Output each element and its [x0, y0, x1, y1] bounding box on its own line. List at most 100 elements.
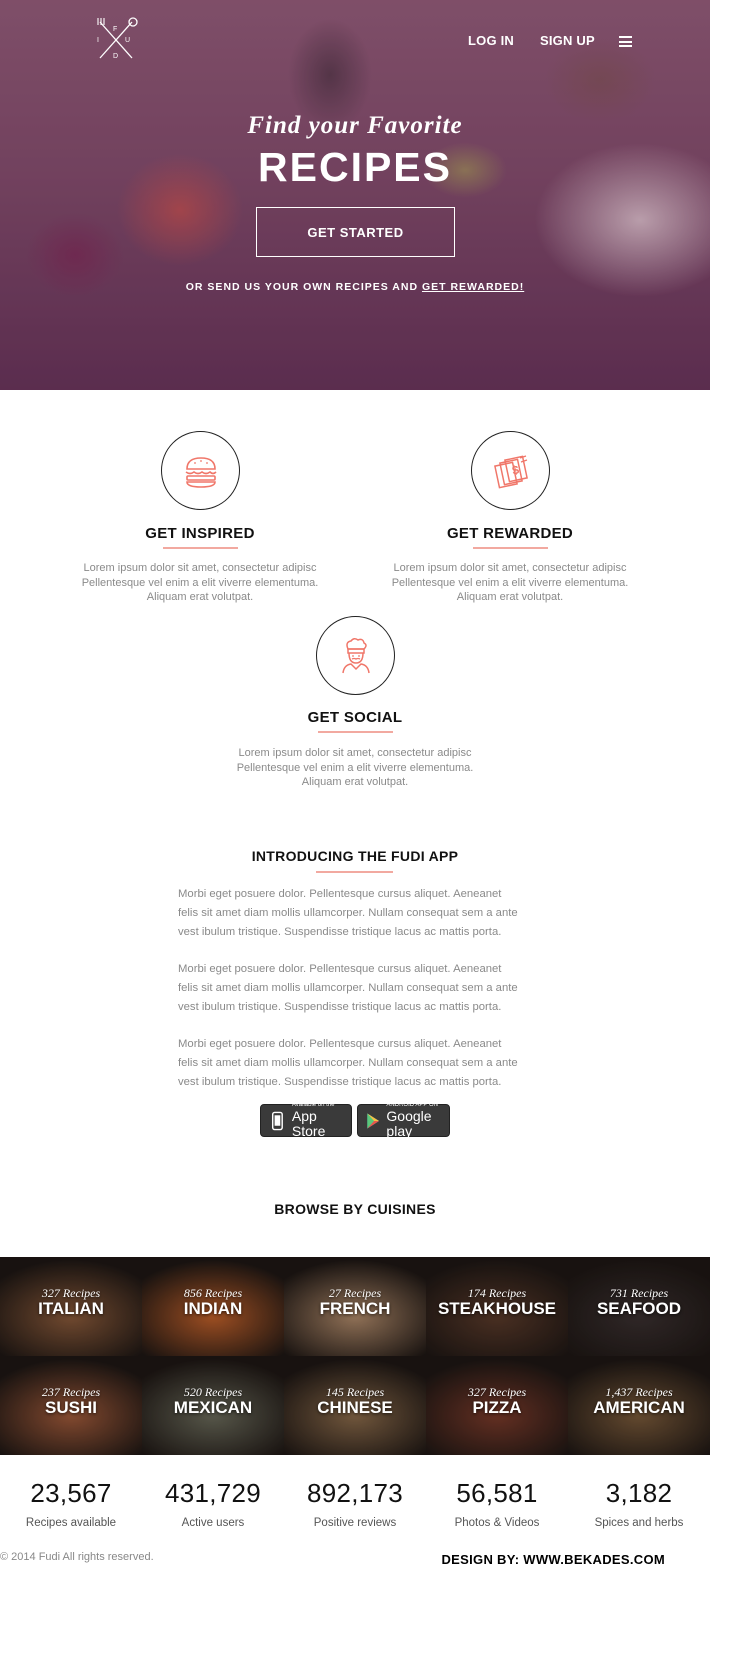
intro-paragraph: Morbi eget posuere dolor. Pellentesque c… [178, 885, 538, 941]
cuisine-name: INDIAN [183, 1299, 243, 1318]
cuisine-tile[interactable]: 27 Recipes FRENCH [284, 1257, 426, 1356]
feature-text: Lorem ipsum dolor sit amet, consectetur … [55, 561, 345, 605]
login-link[interactable]: LOG IN [468, 33, 514, 48]
cuisine-tile[interactable]: 174 Recipes STEAKHOUSE [426, 1257, 568, 1356]
feature-title: GET REWARDED [446, 525, 574, 542]
feature-text-line: Aliquam erat volutpat. [146, 591, 254, 603]
design-credit: DESIGN BY: WWW.BEKADES.COM [441, 1552, 665, 1567]
hero-kicker: Find your Favorite [247, 112, 463, 139]
feature-icon-circle: $ [471, 431, 550, 510]
stat-number: 23,567 [30, 1478, 112, 1508]
stat-label: Photos & Videos [454, 1517, 540, 1529]
design-site-link[interactable]: WWW.BEKADES.COM [523, 1552, 665, 1567]
stat-number: 431,729 [164, 1478, 262, 1508]
feature-divider [163, 547, 238, 549]
feature-get-rewarded: $ GET REWARDED Lorem ipsum dolor sit ame… [365, 430, 655, 610]
chef-icon [341, 637, 370, 673]
intro-paragraph: Morbi eget posuere dolor. Pellentesque c… [178, 960, 538, 1016]
cuisine-name: PIZZA [472, 1398, 522, 1417]
intro-line: felis sit amet diam mollis ullamcorper. … [178, 1056, 518, 1069]
design-by-label: DESIGN BY: [441, 1552, 524, 1567]
copyright: © 2014 Fudi All rights reserved. [0, 1551, 154, 1563]
hero-section: F U D I LOG IN SIGN UP Find your Favorit… [0, 0, 710, 390]
cuisine-tile[interactable]: 327 Recipes PIZZA [426, 1356, 568, 1455]
cuisine-tile[interactable]: 145 Recipes CHINESE [284, 1356, 426, 1455]
feature-text-line: Lorem ipsum dolor sit amet, consectetur … [238, 747, 472, 759]
cuisine-tile[interactable]: 327 Recipes ITALIAN [0, 1257, 142, 1356]
browse-title: BROWSE BY CUISINES [274, 1201, 436, 1217]
cuisine-name: STEAKHOUSE [437, 1299, 557, 1318]
stat-item: 56,581 Photos & Videos [426, 1478, 568, 1529]
intro-line: Morbi eget posuere dolor. Pellentesque c… [178, 1038, 502, 1050]
stat-number: 56,581 [456, 1478, 538, 1508]
google-play-big: Google play [386, 1108, 432, 1139]
hero-note: OR SEND US YOUR OWN RECIPES AND GET REWA… [0, 281, 710, 293]
cuisine-tile[interactable]: 1,437 Recipes AMERICAN [568, 1356, 710, 1455]
cuisine-tile[interactable]: 237 Recipes SUSHI [0, 1356, 142, 1455]
money-stack-icon: $ [493, 454, 528, 489]
feature-divider [318, 731, 393, 733]
cuisine-name: ITALIAN [38, 1299, 104, 1318]
page: F U D I LOG IN SIGN UP Find your Favorit… [0, 0, 710, 1668]
get-rewarded-link[interactable]: GET REWARDED! [422, 281, 524, 293]
cuisine-tile[interactable]: 856 Recipes INDIAN [142, 1257, 284, 1356]
cuisine-tile[interactable]: 520 Recipes MEXICAN [142, 1356, 284, 1455]
feature-text-line: Pellentesque vel enim a elit viverre ele… [391, 576, 629, 589]
burger-icon [185, 456, 217, 488]
signup-link[interactable]: SIGN UP [540, 33, 595, 48]
cuisine-name: SEAFOOD [596, 1299, 682, 1318]
feature-text-line: Lorem ipsum dolor sit amet, consectetur … [83, 562, 317, 574]
hamburger-menu-icon[interactable] [619, 36, 632, 47]
stat-item: 892,173 Positive reviews [284, 1478, 426, 1529]
feature-text: Lorem ipsum dolor sit amet, consectetur … [210, 746, 500, 790]
intro-paragraph: Morbi eget posuere dolor. Pellentesque c… [178, 1035, 538, 1091]
feature-icon-circle [316, 616, 395, 695]
app-store-big: App Store [291, 1108, 326, 1139]
logo-letter: U [125, 37, 130, 44]
cuisine-name: FRENCH [319, 1299, 391, 1318]
intro-line: felis sit amet diam mollis ullamcorper. … [178, 981, 518, 994]
get-started-button[interactable]: GET STARTED [256, 207, 455, 257]
hero-title: RECIPES [258, 144, 452, 190]
cuisine-name: CHINESE [317, 1398, 393, 1417]
feature-icon-circle [161, 431, 240, 510]
stat-label: Spices and herbs [594, 1517, 684, 1529]
fudi-logo[interactable]: F U D I [92, 16, 140, 62]
cuisine-name: SUSHI [45, 1398, 97, 1417]
feature-text-line: Lorem ipsum dolor sit amet, consectetur … [393, 562, 627, 574]
stat-label: Positive reviews [313, 1517, 397, 1529]
logo-letter: D [113, 53, 118, 60]
stat-number: 892,173 [306, 1478, 404, 1508]
intro-line: vest ibulum tristique. Suspendisse trist… [178, 1075, 502, 1088]
intro-line: Morbi eget posuere dolor. Pellentesque c… [178, 963, 502, 975]
google-play-button[interactable]: ANDROID APP ON Google play [357, 1102, 450, 1139]
cuisine-tile[interactable]: 731 Recipes SEAFOOD [568, 1257, 710, 1356]
logo-letter: I [97, 37, 99, 44]
stat-label: Recipes available [25, 1517, 117, 1529]
app-store-button[interactable]: Available on the App Store [260, 1102, 352, 1139]
feature-text-line: Aliquam erat volutpat. [301, 776, 409, 788]
logo-cross-utensils-icon: F U D I [97, 17, 138, 60]
stat-number: 3,182 [605, 1478, 673, 1508]
feature-text: Lorem ipsum dolor sit amet, consectetur … [365, 561, 655, 605]
logo-letter: F [113, 26, 117, 33]
feature-get-social: GET SOCIAL Lorem ipsum dolor sit amet, c… [210, 615, 500, 795]
feature-title: GET INSPIRED [145, 525, 255, 542]
stat-item: 3,182 Spices and herbs [568, 1478, 710, 1529]
google-play-icon [367, 1112, 380, 1129]
cuisine-name: AMERICAN [593, 1398, 685, 1417]
stat-label: Active users [181, 1517, 245, 1529]
cuisine-name: MEXICAN [173, 1398, 253, 1417]
feature-text-line: Pellentesque vel enim a elit viverre ele… [81, 576, 319, 589]
feature-text-line: Pellentesque vel enim a elit viverre ele… [236, 761, 474, 774]
intro-line: Morbi eget posuere dolor. Pellentesque c… [178, 888, 502, 900]
intro-title: INTRODUCING THE FUDI APP [251, 848, 459, 864]
feature-title: GET SOCIAL [307, 709, 403, 726]
stat-item: 431,729 Active users [142, 1478, 284, 1529]
intro-line: vest ibulum tristique. Suspendisse trist… [178, 925, 502, 938]
hero-note-text: OR SEND US YOUR OWN RECIPES AND [185, 281, 422, 293]
feature-text-line: Aliquam erat volutpat. [456, 591, 564, 603]
intro-line: vest ibulum tristique. Suspendisse trist… [178, 1000, 502, 1013]
intro-divider [316, 871, 393, 873]
feature-get-inspired: GET INSPIRED Lorem ipsum dolor sit amet,… [55, 430, 345, 610]
